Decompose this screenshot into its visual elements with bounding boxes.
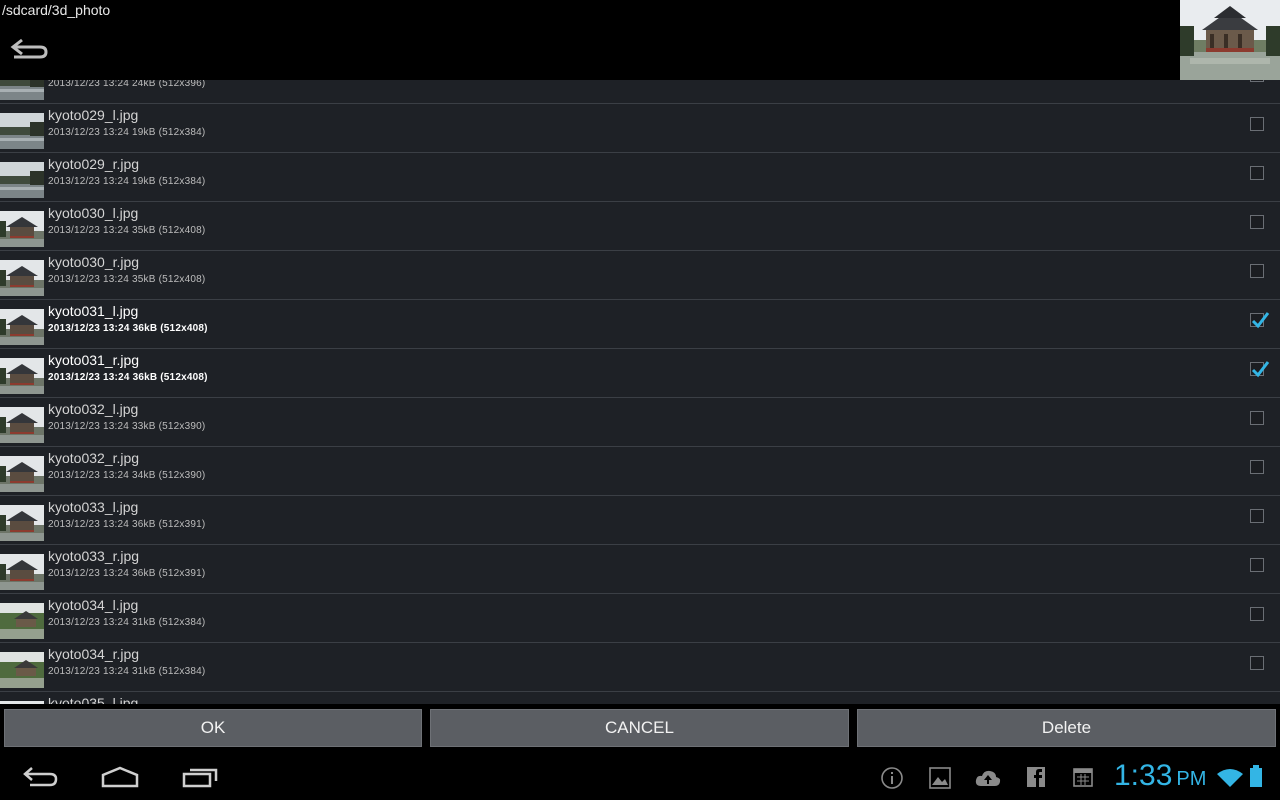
- file-thumbnail: [0, 162, 44, 198]
- file-thumbnail: [0, 211, 44, 247]
- current-path: /sdcard/3d_photo: [2, 2, 111, 18]
- file-thumbnail: [0, 407, 44, 443]
- upload-icon[interactable]: [975, 768, 1001, 793]
- file-thumbnail: [0, 260, 44, 296]
- file-name: kyoto030_l.jpg: [48, 205, 139, 221]
- file-list[interactable]: kyoto028_r.jpg2013/12/23 13:24 24kB (512…: [0, 80, 1280, 704]
- file-name: kyoto033_l.jpg: [48, 499, 139, 515]
- gallery-icon[interactable]: [929, 767, 951, 794]
- file-checkbox[interactable]: [1250, 509, 1264, 523]
- file-name: kyoto034_r.jpg: [48, 646, 140, 662]
- file-thumbnail: [0, 505, 44, 541]
- back-arrow-icon[interactable]: [8, 36, 52, 66]
- file-thumbnail: [0, 652, 44, 688]
- file-name: kyoto033_r.jpg: [48, 548, 140, 564]
- ok-button[interactable]: OK: [4, 709, 422, 747]
- file-meta: 2013/12/23 13:24 36kB (512x408): [48, 323, 208, 334]
- file-name: kyoto029_l.jpg: [48, 107, 139, 123]
- clock[interactable]: 1:33 PM: [1114, 759, 1206, 793]
- file-thumbnail: [0, 603, 44, 639]
- file-meta: 2013/12/23 13:24 35kB (512x408): [48, 274, 206, 285]
- file-row[interactable]: kyoto033_l.jpg 2013/12/23 13:24 36kB (512…: [0, 497, 1280, 545]
- file-row[interactable]: kyoto034_r.jpg 2013/12/23 13:24 31kB (512…: [0, 644, 1280, 692]
- file-meta: 2013/12/23 13:24 36kB (512x391): [48, 519, 206, 530]
- file-name: kyoto030_r.jpg: [48, 254, 140, 270]
- facebook-icon[interactable]: [1027, 767, 1045, 792]
- file-checkbox[interactable]: [1250, 607, 1264, 621]
- file-meta: 2013/12/23 13:24 35kB (512x408): [48, 225, 206, 236]
- file-name: kyoto031_r.jpg: [48, 352, 140, 368]
- system-navigation-bar: 1:33 PM: [0, 752, 1280, 800]
- file-row[interactable]: kyoto035_l.jpg: [0, 693, 1280, 704]
- calendar-icon[interactable]: [1073, 767, 1093, 792]
- file-row[interactable]: kyoto029_l.jpg 2013/12/23 13:24 19kB (512…: [0, 105, 1280, 153]
- file-row[interactable]: kyoto030_r.jpg 2013/12/23 13:24 35kB (512…: [0, 252, 1280, 300]
- clock-ampm: PM: [1176, 768, 1207, 790]
- file-checkbox[interactable]: [1250, 411, 1264, 425]
- preview-thumbnail: [1180, 0, 1280, 80]
- file-name: kyoto035_l.jpg: [48, 695, 139, 704]
- file-meta: 2013/12/23 13:24 19kB (512x384): [48, 176, 206, 187]
- delete-button[interactable]: Delete: [857, 709, 1276, 747]
- file-thumbnail: [0, 309, 44, 345]
- file-meta: 2013/12/23 13:24 31kB (512x384): [48, 666, 206, 677]
- file-name: kyoto029_r.jpg: [48, 156, 140, 172]
- file-checkbox[interactable]: [1250, 558, 1264, 572]
- file-row[interactable]: kyoto029_r.jpg 2013/12/23 13:24 19kB (512…: [0, 154, 1280, 202]
- battery-icon: [1250, 765, 1262, 792]
- info-icon[interactable]: [880, 766, 904, 795]
- checkmark-icon: [1251, 361, 1270, 378]
- file-row[interactable]: kyoto034_l.jpg 2013/12/23 13:24 31kB (512…: [0, 595, 1280, 643]
- file-checkbox[interactable]: [1250, 117, 1264, 131]
- file-meta: 2013/12/23 13:24 34kB (512x390): [48, 470, 206, 481]
- file-thumbnail: [0, 358, 44, 394]
- file-checkbox[interactable]: [1250, 80, 1264, 82]
- file-checkbox-checked[interactable]: [1250, 312, 1270, 329]
- file-name: kyoto032_r.jpg: [48, 450, 140, 466]
- file-thumbnail: [0, 80, 44, 100]
- file-row[interactable]: kyoto032_l.jpg 2013/12/23 13:24 33kB (512…: [0, 399, 1280, 447]
- file-checkbox[interactable]: [1250, 460, 1264, 474]
- file-meta: 2013/12/23 13:24 36kB (512x408): [48, 372, 208, 383]
- file-thumbnail: [0, 456, 44, 492]
- file-checkbox-checked[interactable]: [1250, 361, 1270, 378]
- file-row[interactable]: kyoto032_r.jpg 2013/12/23 13:24 34kB (512…: [0, 448, 1280, 496]
- file-name: kyoto034_l.jpg: [48, 597, 139, 613]
- clock-time: 1:33: [1114, 759, 1173, 792]
- file-row[interactable]: kyoto033_r.jpg 2013/12/23 13:24 36kB (512…: [0, 546, 1280, 594]
- file-name: kyoto032_l.jpg: [48, 401, 139, 417]
- file-row[interactable]: kyoto030_l.jpg 2013/12/23 13:24 35kB (512…: [0, 203, 1280, 251]
- file-thumbnail: [0, 113, 44, 149]
- file-checkbox[interactable]: [1250, 264, 1264, 278]
- back-icon[interactable]: [22, 764, 60, 795]
- wifi-icon: [1216, 768, 1244, 793]
- home-icon[interactable]: [100, 766, 140, 793]
- file-meta: 2013/12/23 13:24 19kB (512x384): [48, 127, 206, 138]
- file-thumbnail: [0, 554, 44, 590]
- file-meta: 2013/12/23 13:24 31kB (512x384): [48, 617, 206, 628]
- button-bar: OK CANCEL Delete: [0, 704, 1280, 752]
- recent-apps-icon[interactable]: [182, 766, 220, 793]
- file-row[interactable]: kyoto031_r.jpg 2013/12/23 13:24 36kB (512…: [0, 350, 1280, 398]
- file-row[interactable]: kyoto031_l.jpg 2013/12/23 13:24 36kB (512…: [0, 301, 1280, 349]
- cancel-button[interactable]: CANCEL: [430, 709, 849, 747]
- file-row[interactable]: kyoto028_r.jpg2013/12/23 13:24 24kB (512…: [0, 80, 1280, 104]
- file-meta: 2013/12/23 13:24 24kB (512x396): [48, 80, 206, 89]
- file-checkbox[interactable]: [1250, 656, 1264, 670]
- file-meta: 2013/12/23 13:24 33kB (512x390): [48, 421, 206, 432]
- file-checkbox[interactable]: [1250, 166, 1264, 180]
- file-name: kyoto031_l.jpg: [48, 303, 139, 319]
- file-checkbox[interactable]: [1250, 215, 1264, 229]
- file-meta: 2013/12/23 13:24 36kB (512x391): [48, 568, 206, 579]
- title-bar: /sdcard/3d_photo: [0, 0, 1280, 80]
- checkmark-icon: [1251, 312, 1270, 329]
